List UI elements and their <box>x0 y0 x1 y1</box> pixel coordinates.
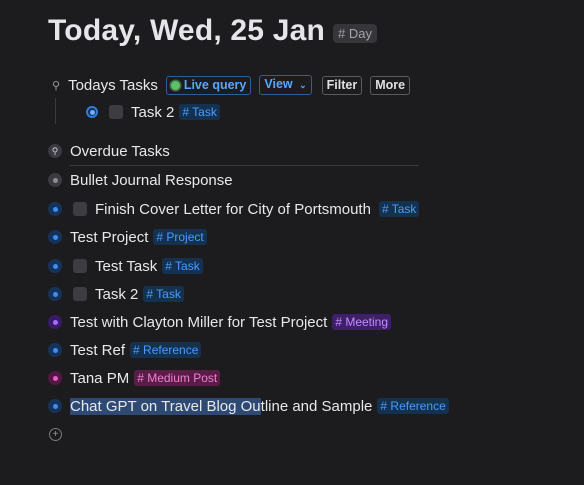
item-label[interactable]: Tana PM <box>70 370 129 387</box>
overdue-tasks-label[interactable]: Overdue Tasks <box>70 143 170 160</box>
tag[interactable]: # Task <box>162 258 203 274</box>
tag[interactable]: # Task <box>378 201 420 217</box>
indent-guide <box>55 98 56 124</box>
list-item[interactable]: Test with Clayton Miller for Test Projec… <box>48 311 392 333</box>
checkbox[interactable] <box>73 202 87 216</box>
item-label[interactable]: Task 2 <box>131 104 174 121</box>
bullet-icon[interactable] <box>48 173 62 187</box>
checkbox[interactable] <box>73 287 87 301</box>
list-item[interactable]: Test Task # Task <box>48 255 203 277</box>
list-item[interactable]: Bullet Journal Response <box>48 169 233 191</box>
item-label[interactable]: Task 2 <box>95 286 138 303</box>
todays-tasks-row: ⚲ Todays Tasks Live query View ⌄ Filter … <box>52 74 411 96</box>
live-status-icon <box>170 80 180 90</box>
more-button[interactable]: More <box>370 75 411 95</box>
item-label-rest: tline and Sample <box>260 397 373 415</box>
list-item[interactable]: Task 2 # Task <box>86 101 220 123</box>
page-header: Today, Wed, 25 Jan # Day <box>48 14 377 48</box>
search-icon[interactable]: ⚲ <box>48 144 62 158</box>
list-item[interactable]: Test Project # Project <box>48 226 207 248</box>
list-item[interactable]: Chat GPT on Travel Blog Outline and Samp… <box>48 395 449 417</box>
bullet-icon[interactable] <box>48 315 62 329</box>
list-item[interactable]: Test Ref # Reference <box>48 339 202 361</box>
divider <box>70 165 419 166</box>
chevron-down-icon: ⌄ <box>299 80 307 90</box>
plus-circle-icon[interactable]: + <box>49 428 62 441</box>
tag[interactable]: # Task <box>179 104 220 120</box>
tag[interactable]: # Medium Post <box>134 370 221 386</box>
day-tag[interactable]: # Day <box>333 23 377 43</box>
checkbox[interactable] <box>109 105 123 119</box>
view-label: View <box>264 77 293 91</box>
item-label[interactable]: Finish Cover Letter for City of Portsmou… <box>95 201 371 218</box>
text-selection: Chat GPT on Travel Blog Ou <box>70 397 261 415</box>
todays-tasks-label[interactable]: Todays Tasks <box>68 77 158 94</box>
bullet-icon[interactable] <box>48 202 62 216</box>
tag[interactable]: # Reference <box>377 398 449 414</box>
item-label[interactable]: Test Project <box>70 229 148 246</box>
tag[interactable]: # Meeting <box>332 314 392 330</box>
bullet-icon[interactable] <box>86 106 98 118</box>
search-icon: ⚲ <box>52 79 61 92</box>
tag[interactable]: # Reference <box>130 342 202 358</box>
item-label[interactable]: Test with Clayton Miller for Test Projec… <box>70 314 327 331</box>
tag[interactable]: # Task <box>143 286 184 302</box>
checkbox[interactable] <box>73 259 87 273</box>
bullet-icon[interactable] <box>48 343 62 357</box>
view-button[interactable]: View ⌄ <box>259 75 312 95</box>
live-query-label: Live query <box>183 77 247 92</box>
bullet-icon[interactable] <box>48 230 62 244</box>
item-label[interactable]: Test Task <box>95 258 157 275</box>
list-item[interactable]: Task 2 # Task <box>48 283 184 305</box>
list-item[interactable]: Finish Cover Letter for City of Portsmou… <box>48 198 420 220</box>
bullet-icon[interactable] <box>48 399 62 413</box>
bullet-icon[interactable] <box>48 259 62 273</box>
tag[interactable]: # Project <box>153 229 207 245</box>
item-label[interactable]: Chat GPT on Travel Blog Outline and Samp… <box>70 397 373 415</box>
live-query-button[interactable]: Live query <box>165 75 252 95</box>
item-label[interactable]: Test Ref <box>70 342 125 359</box>
bullet-icon[interactable] <box>48 287 62 301</box>
filter-button[interactable]: Filter <box>321 75 363 95</box>
overdue-tasks-row: ⚲ Overdue Tasks <box>48 140 170 162</box>
item-label[interactable]: Bullet Journal Response <box>70 172 233 189</box>
list-item[interactable]: Tana PM # Medium Post <box>48 367 221 389</box>
page-title[interactable]: Today, Wed, 25 Jan <box>48 14 325 48</box>
bullet-icon[interactable] <box>48 371 62 385</box>
